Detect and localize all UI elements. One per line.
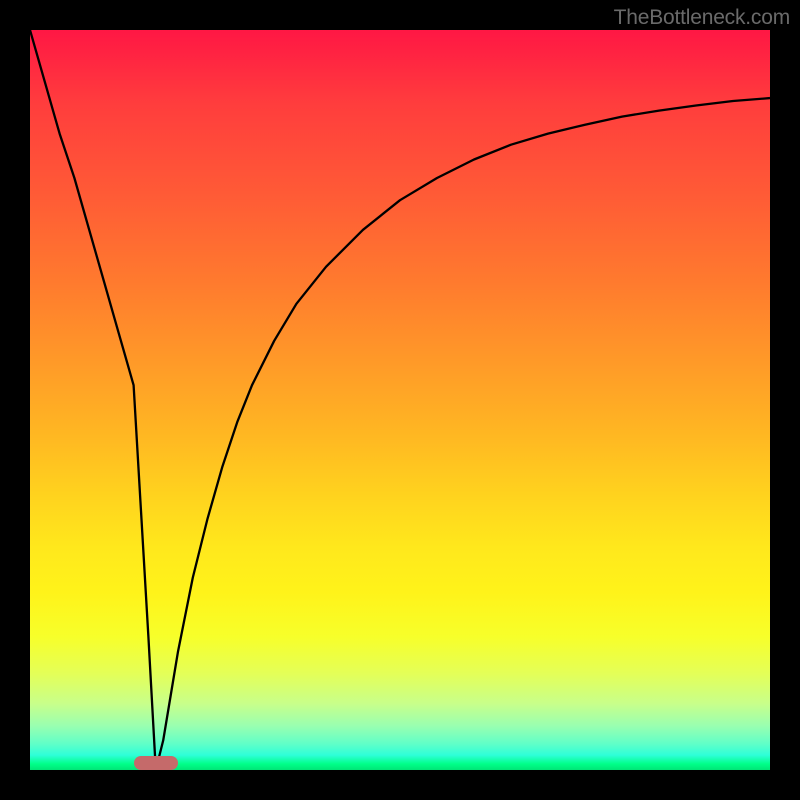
plot-area	[30, 30, 770, 770]
bottleneck-marker	[134, 756, 178, 770]
watermark-text: TheBottleneck.com	[614, 6, 790, 30]
chart-container: TheBottleneck.com	[0, 0, 800, 800]
bottleneck-curve	[30, 30, 770, 770]
curve-svg	[30, 30, 770, 770]
